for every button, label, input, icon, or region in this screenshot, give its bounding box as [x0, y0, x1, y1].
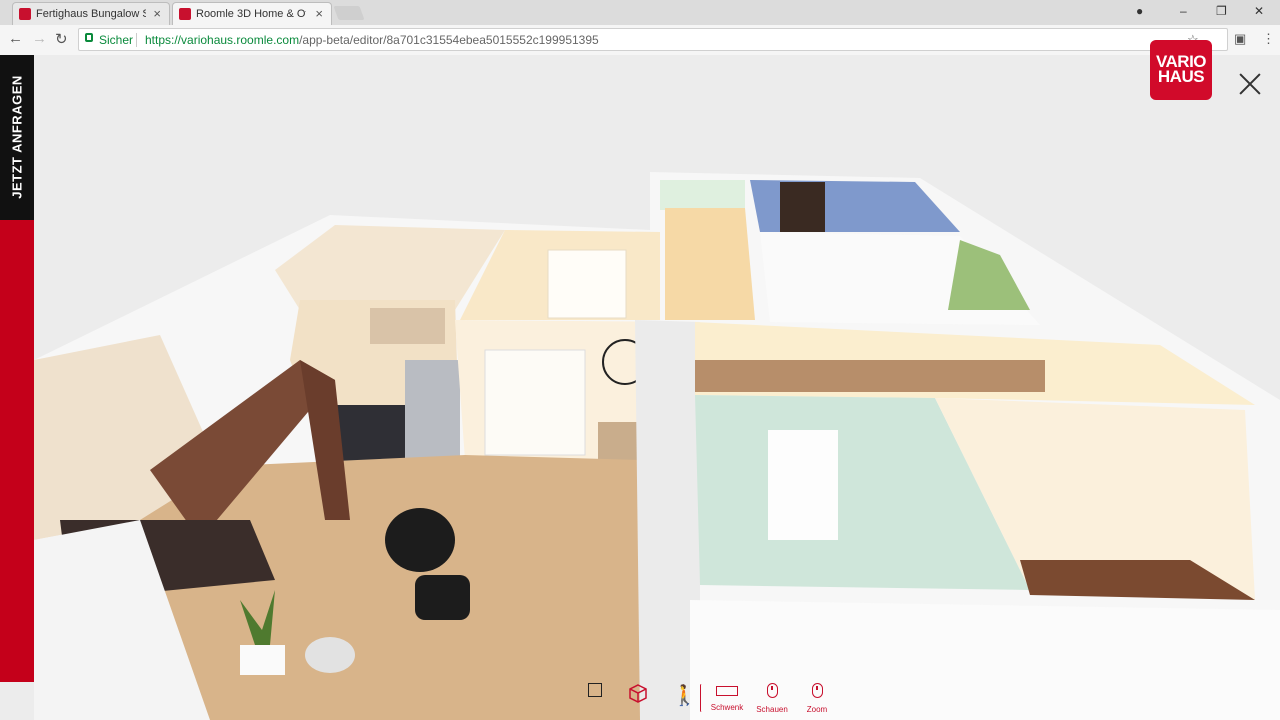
new-tab-button[interactable]	[333, 6, 365, 20]
ottoman	[415, 575, 470, 620]
tab-roomle[interactable]: Roomle 3D Home & Office ×	[172, 2, 332, 25]
2d-view-button[interactable]	[588, 683, 602, 702]
variohaus-logo: VARIO HAUS	[1150, 40, 1212, 100]
bath-door	[768, 430, 838, 540]
tab-strip: Fertighaus Bungalow S14 × Roomle 3D Home…	[0, 0, 1280, 25]
staircase	[780, 182, 825, 232]
lock-icon	[85, 33, 93, 42]
minimize-icon[interactable]: –	[1180, 4, 1187, 18]
side-table	[305, 637, 355, 673]
close-icon[interactable]	[1238, 72, 1262, 96]
tab-close-icon[interactable]: ×	[315, 6, 323, 21]
mouse-icon	[766, 683, 778, 698]
front-door	[547, 249, 627, 319]
url-text: https://variohaus.roomle.com/app-beta/ed…	[145, 33, 599, 47]
fridge	[405, 360, 460, 470]
pan-control[interactable]: Schwenk	[710, 683, 744, 712]
french-door	[484, 349, 586, 456]
walk-button[interactable]: 🚶	[672, 683, 697, 708]
look-control[interactable]: Schauen	[755, 683, 789, 714]
tab-close-icon[interactable]: ×	[153, 6, 161, 21]
request-banner[interactable]: JETZT ANFRAGEN	[0, 55, 34, 682]
upper-cabinet	[370, 308, 445, 344]
roomle-favicon	[179, 8, 191, 20]
window-close-icon[interactable]: ✕	[1254, 4, 1264, 18]
browser-toolbar: ← → ↻ Sicher https://variohaus.roomle.co…	[0, 25, 1280, 56]
forward-icon[interactable]: →	[32, 30, 47, 47]
profile-icon[interactable]: ●	[1136, 4, 1143, 18]
walking-person-icon: 🚶	[672, 685, 697, 707]
tab-title: Roomle 3D Home & Office	[196, 8, 306, 20]
controls-divider	[700, 684, 703, 712]
pan-mouse-icon	[716, 686, 738, 696]
wc-room	[660, 180, 745, 210]
square-icon	[588, 683, 602, 697]
back-icon[interactable]: ←	[8, 30, 23, 47]
restore-icon[interactable]: ❐	[1216, 4, 1227, 18]
cube-icon	[629, 684, 647, 703]
yellow-room	[665, 208, 755, 320]
menu-icon[interactable]: ⋮	[1262, 31, 1275, 47]
plant-pot	[240, 645, 285, 675]
lounge-chair	[385, 508, 455, 572]
tab-title: Fertighaus Bungalow S14	[36, 8, 146, 20]
3d-view-button[interactable]	[628, 683, 648, 708]
request-label: JETZT ANFRAGEN	[9, 75, 25, 199]
variohaus-favicon	[19, 8, 31, 20]
zoom-control[interactable]: Zoom	[800, 683, 834, 714]
tab-fertighaus[interactable]: Fertighaus Bungalow S14 ×	[12, 2, 170, 25]
hall-shelf	[695, 360, 1045, 392]
3d-floorplan-canvas[interactable]	[34, 55, 1280, 720]
mouse-icon	[811, 683, 823, 698]
secure-label: Sicher	[99, 33, 134, 47]
reload-icon[interactable]: ↻	[55, 30, 68, 48]
address-bar[interactable]: Sicher https://variohaus.roomle.com/app-…	[78, 28, 1228, 51]
extension-icon[interactable]: ▣	[1234, 31, 1246, 47]
